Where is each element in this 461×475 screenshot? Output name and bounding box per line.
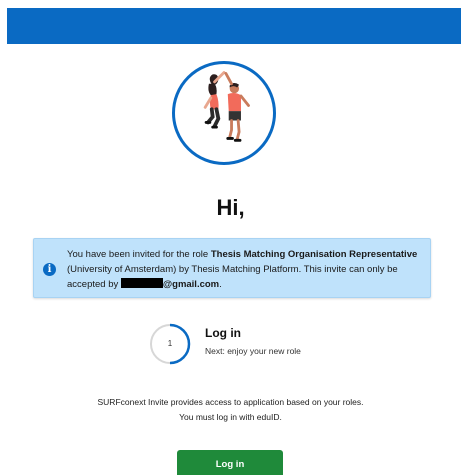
step-number: 1 bbox=[167, 339, 173, 348]
step-title: Log in bbox=[205, 326, 241, 340]
step-progress-ring: 1 bbox=[148, 322, 192, 366]
login-step: 1 Log in Next: enjoy your new role bbox=[148, 322, 348, 370]
invite-email-domain: @gmail.com bbox=[162, 279, 220, 290]
header-bar bbox=[7, 8, 461, 44]
info-icon: i bbox=[43, 263, 56, 276]
invite-text-before: You have been invited for the role bbox=[67, 249, 211, 260]
invite-email: @gmail.com bbox=[120, 278, 220, 290]
login-button[interactable]: Log in bbox=[177, 450, 283, 475]
step-subtitle: Next: enjoy your new role bbox=[205, 346, 301, 356]
invite-notice: i You have been invited for the role The… bbox=[33, 238, 431, 298]
invite-message: You have been invited for the role Thesi… bbox=[67, 247, 427, 292]
info-text-line1: SURFconext Invite provides access to app… bbox=[97, 397, 364, 407]
invite-text-end: . bbox=[219, 279, 222, 290]
greeting-heading: Hi, bbox=[216, 195, 245, 220]
high-five-illustration bbox=[172, 61, 276, 165]
redacted-email bbox=[120, 278, 163, 288]
invite-text-after: (University of Amsterdam) by Thesis Matc… bbox=[67, 264, 398, 290]
invite-role: Thesis Matching Organisation Representat… bbox=[210, 249, 418, 260]
info-text-line2: You must log in with eduID. bbox=[179, 412, 282, 422]
